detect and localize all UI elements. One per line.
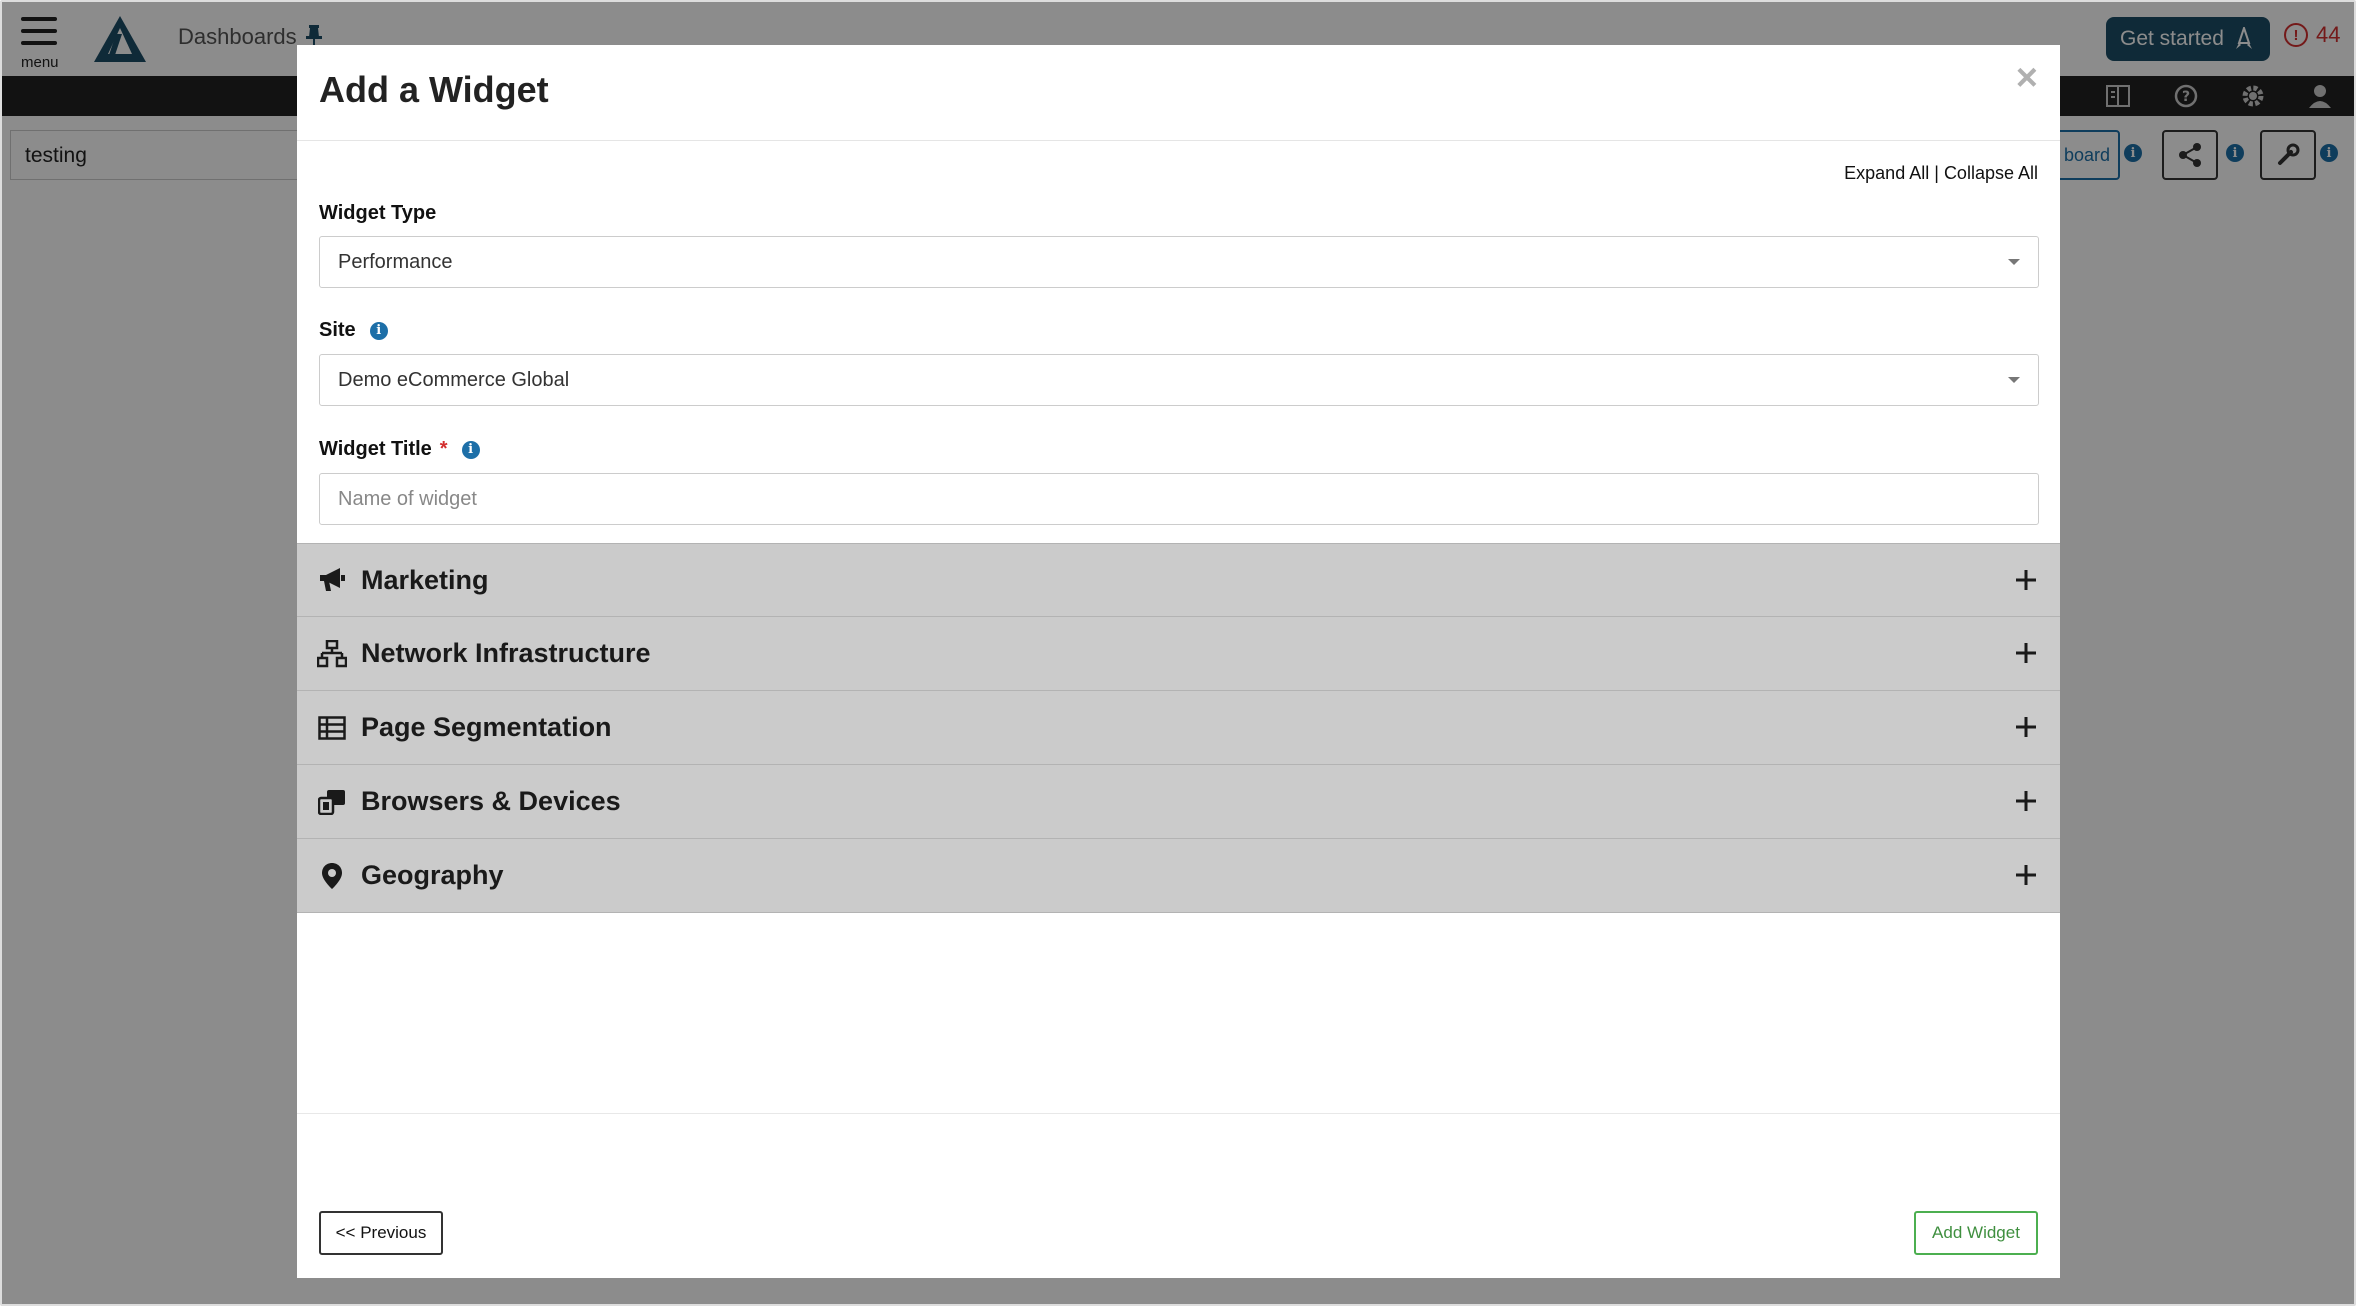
- megaphone-icon: [317, 565, 347, 595]
- expand-collapse-controls: Expand All | Collapse All: [1844, 163, 2038, 184]
- widget-type-select[interactable]: Performance: [319, 236, 2039, 288]
- section-label: Network Infrastructure: [361, 638, 651, 668]
- modal-header: Add a Widget ×: [297, 45, 2060, 141]
- add-widget-button[interactable]: Add Widget: [1914, 1211, 2038, 1255]
- section-label: Geography: [361, 860, 504, 890]
- expand-all-link[interactable]: Expand All: [1844, 163, 1929, 183]
- widget-title-label-text: Widget Title: [319, 438, 432, 460]
- widget-type-value: Performance: [338, 250, 453, 273]
- plus-icon[interactable]: [2014, 863, 2038, 887]
- info-icon[interactable]: i: [461, 440, 480, 459]
- modal-title: Add a Widget: [319, 69, 549, 110]
- plus-icon[interactable]: [2014, 715, 2038, 739]
- map-marker-icon: [317, 861, 347, 891]
- site-select[interactable]: Demo eCommerce Global: [319, 354, 2039, 406]
- widget-sections: Marketing Network Infrastructure Page Se…: [297, 543, 2060, 913]
- plus-icon[interactable]: [2014, 641, 2038, 665]
- section-marketing[interactable]: Marketing: [297, 543, 2060, 617]
- devices-icon: [317, 787, 347, 817]
- close-icon[interactable]: ×: [2016, 57, 2038, 100]
- section-browsers-devices[interactable]: Browsers & Devices: [297, 765, 2060, 839]
- info-icon[interactable]: i: [369, 321, 388, 340]
- footer-divider: [297, 1113, 2060, 1114]
- network-icon: [317, 639, 347, 669]
- section-geography[interactable]: Geography: [297, 839, 2060, 913]
- section-label: Marketing: [361, 564, 489, 595]
- section-page-segmentation[interactable]: Page Segmentation: [297, 691, 2060, 765]
- widget-type-label-text: Widget Type: [319, 202, 437, 224]
- widget-title-input[interactable]: [319, 473, 2039, 525]
- add-widget-modal: Add a Widget × Expand All | Collapse All…: [297, 45, 2060, 1278]
- chevron-down-icon: [2008, 259, 2020, 265]
- widget-type-label: Widget Type: [319, 202, 436, 225]
- previous-button[interactable]: << Previous: [319, 1211, 443, 1255]
- chevron-down-icon: [2008, 377, 2020, 383]
- site-label: Site i: [319, 319, 388, 342]
- separator: |: [1934, 163, 1939, 183]
- section-network-infrastructure[interactable]: Network Infrastructure: [297, 617, 2060, 691]
- section-label: Browsers & Devices: [361, 786, 621, 816]
- plus-icon[interactable]: [2014, 789, 2038, 813]
- collapse-all-link[interactable]: Collapse All: [1944, 163, 2038, 183]
- table-list-icon: [317, 713, 347, 743]
- widget-title-label: Widget Title * i: [319, 438, 480, 461]
- site-value: Demo eCommerce Global: [338, 368, 570, 391]
- required-marker: *: [439, 438, 448, 460]
- site-label-text: Site: [319, 319, 356, 341]
- section-label: Page Segmentation: [361, 712, 612, 742]
- plus-icon[interactable]: [2014, 568, 2038, 592]
